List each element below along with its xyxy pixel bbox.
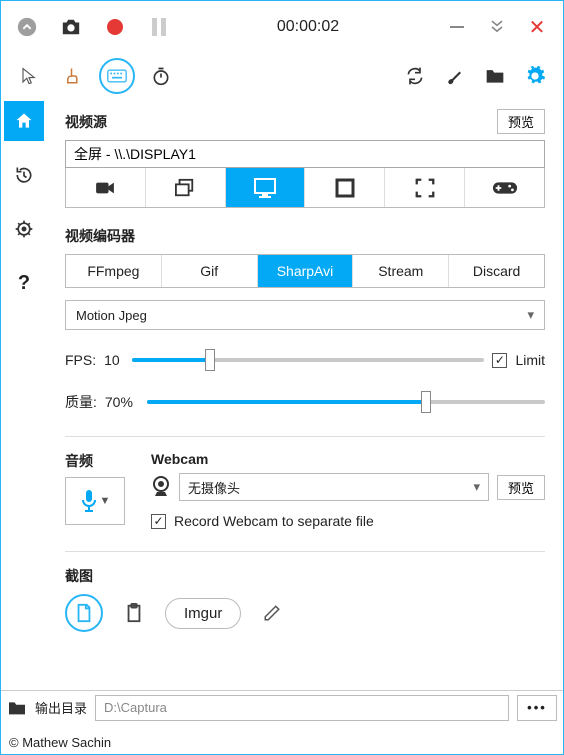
- webcam-title: Webcam: [151, 451, 545, 467]
- encoder-title: 视频编码器: [65, 226, 135, 246]
- fps-label: FPS:: [65, 352, 96, 368]
- timer-display: 00:00:02: [187, 18, 429, 36]
- video-source-title: 视频源: [65, 112, 107, 132]
- click-tool[interactable]: [55, 58, 91, 94]
- webcam-icon: [151, 476, 171, 498]
- chevron-down-icon: ▾: [473, 479, 480, 495]
- quality-label: 质量:: [65, 392, 97, 412]
- encoder-tabs: FFmpeg Gif SharpAvi Stream Discard: [65, 254, 545, 288]
- chevron-down-icon: ▼: [100, 495, 111, 507]
- screenshot-button[interactable]: [55, 11, 87, 43]
- source-screen[interactable]: [226, 168, 306, 207]
- encoder-tab-discard[interactable]: Discard: [449, 255, 544, 287]
- webcam-device-dropdown[interactable]: 无摄像头 ▾: [179, 473, 489, 501]
- expand-down-button[interactable]: [481, 11, 513, 43]
- screenshot-imgur-button[interactable]: Imgur: [165, 598, 241, 629]
- limit-label: Limit: [515, 352, 545, 368]
- folder-button[interactable]: [477, 58, 513, 94]
- chevron-down-icon: ▾: [527, 307, 534, 323]
- audio-mic-button[interactable]: ▼: [65, 477, 125, 525]
- close-button[interactable]: ✕: [521, 11, 553, 43]
- record-button[interactable]: [99, 11, 131, 43]
- main-panel: 视频源 预览 视频编码器: [47, 99, 563, 644]
- video-source-field[interactable]: [65, 140, 545, 168]
- browse-output-button[interactable]: •••: [517, 695, 557, 721]
- source-camera[interactable]: [66, 168, 146, 207]
- codec-value: Motion Jpeg: [76, 308, 147, 323]
- video-preview-button[interactable]: 预览: [497, 109, 545, 134]
- timer-tool[interactable]: [143, 58, 179, 94]
- settings-gear-button[interactable]: [517, 58, 553, 94]
- pause-button[interactable]: [143, 11, 175, 43]
- copyright-label: © Mathew Sachin: [9, 735, 111, 750]
- video-source-tabs: [65, 168, 545, 208]
- webcam-preview-button[interactable]: 预览: [497, 475, 545, 500]
- brush-button[interactable]: [437, 58, 473, 94]
- screenshot-edit-button[interactable]: [253, 594, 291, 632]
- quality-value: 70%: [105, 394, 139, 410]
- output-path-field[interactable]: D:\Captura: [95, 695, 509, 721]
- output-dir-label: 输出目录: [35, 698, 87, 717]
- quality-slider[interactable]: [147, 390, 545, 414]
- screenshot-clipboard-button[interactable]: [115, 594, 153, 632]
- footer-bar: 输出目录 D:\Captura •••: [1, 690, 563, 724]
- source-fullscreen[interactable]: [385, 168, 465, 207]
- collapse-button[interactable]: [11, 11, 43, 43]
- webcam-device-value: 无摄像头: [188, 478, 240, 497]
- limit-checkbox[interactable]: ✓: [492, 353, 507, 368]
- codec-dropdown[interactable]: Motion Jpeg ▾: [65, 300, 545, 330]
- minimize-button[interactable]: [441, 11, 473, 43]
- source-window-dup[interactable]: [146, 168, 226, 207]
- tools-toolbar: [1, 53, 563, 99]
- webcam-separate-label: Record Webcam to separate file: [174, 513, 374, 529]
- encoder-tab-gif[interactable]: Gif: [162, 255, 258, 287]
- sidebar: ?: [1, 99, 47, 644]
- screenshot-title: 截图: [65, 566, 545, 586]
- fps-slider[interactable]: [132, 348, 484, 372]
- source-region[interactable]: [305, 168, 385, 207]
- encoder-tab-sharpavi[interactable]: SharpAvi: [258, 255, 354, 287]
- webcam-separate-checkbox[interactable]: ✓: [151, 514, 166, 529]
- sidebar-home[interactable]: [4, 101, 44, 141]
- sidebar-help[interactable]: ?: [4, 263, 44, 303]
- sidebar-recent[interactable]: [4, 155, 44, 195]
- encoder-tab-ffmpeg[interactable]: FFmpeg: [66, 255, 162, 287]
- titlebar: 00:00:02 ✕: [1, 1, 563, 53]
- cursor-tool[interactable]: [11, 58, 47, 94]
- source-game[interactable]: [465, 168, 544, 207]
- sync-button[interactable]: [397, 58, 433, 94]
- keystroke-tool[interactable]: [99, 58, 135, 94]
- encoder-tab-stream[interactable]: Stream: [353, 255, 449, 287]
- fps-value: 10: [104, 352, 124, 368]
- screenshot-disk-button[interactable]: [65, 594, 103, 632]
- folder-icon: [7, 700, 27, 716]
- sidebar-settings[interactable]: [4, 209, 44, 249]
- audio-title: 音频: [65, 451, 133, 471]
